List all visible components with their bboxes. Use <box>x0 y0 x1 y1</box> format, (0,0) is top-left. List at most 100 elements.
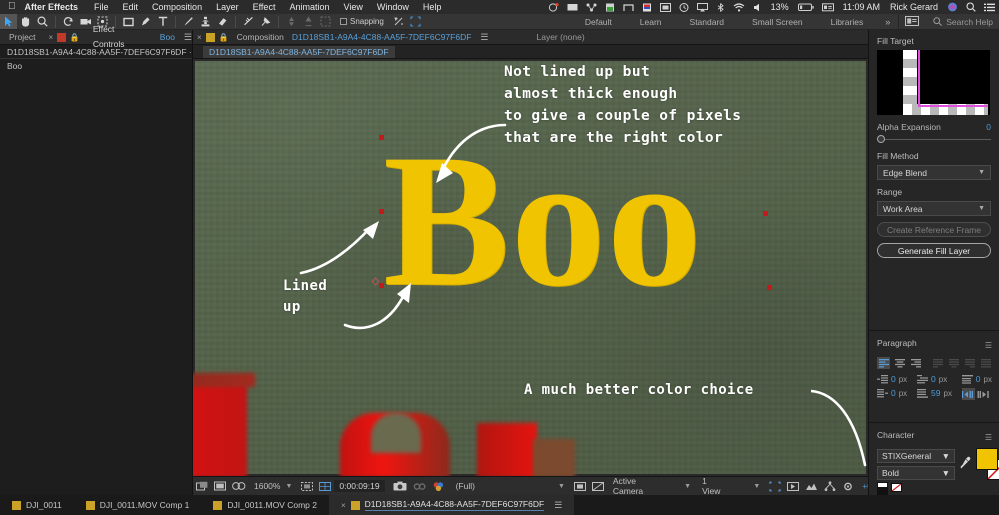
volume-icon[interactable] <box>749 3 766 12</box>
bluetooth-icon[interactable] <box>712 3 729 12</box>
network-share-icon[interactable] <box>582 3 601 12</box>
workspace-tab-standard[interactable]: Standard <box>676 14 739 30</box>
fill-target-preview[interactable] <box>877 50 990 115</box>
menu-composition[interactable]: Composition <box>145 2 209 12</box>
create-reference-frame-button[interactable]: Create Reference Frame <box>877 222 991 237</box>
close-icon[interactable]: × <box>341 501 346 510</box>
breadcrumb-item[interactable]: D1D18SB1-A9A4-4C88-AA5F-7DEF6C97F6DF <box>203 46 395 58</box>
app-name-menu[interactable]: After Effects <box>25 2 88 12</box>
clone-stamp-tool[interactable] <box>197 14 214 29</box>
justify-all-icon[interactable] <box>979 357 992 369</box>
generate-fill-layer-button[interactable]: Generate Fill Layer <box>877 243 991 258</box>
no-fill-swatch[interactable] <box>891 483 902 492</box>
magnification-value[interactable]: 1600% <box>249 481 285 491</box>
display-icon[interactable] <box>656 3 675 12</box>
selection-tool[interactable] <box>0 14 17 29</box>
fill-stroke-color[interactable] <box>976 448 992 480</box>
nvidia-icon[interactable] <box>619 3 638 12</box>
font-style-select[interactable]: Bold ▼ <box>877 466 955 480</box>
composition-tab-group[interactable]: × 🔒 Composition D1D18SB1-A9A4-4C88-AA5F-… <box>193 30 489 45</box>
dropbox-icon[interactable] <box>544 3 563 12</box>
lock-icon[interactable]: 🔒 <box>219 33 229 42</box>
grid-guides-icon[interactable] <box>316 481 334 492</box>
notification-center-icon[interactable] <box>980 3 999 12</box>
close-icon[interactable]: × <box>197 33 202 42</box>
show-snapshot-icon[interactable] <box>410 481 429 492</box>
account-badge-icon[interactable] <box>899 16 925 28</box>
panel-menu-icon[interactable]: ☰ <box>985 341 992 350</box>
layer-handle-ml[interactable] <box>379 209 384 214</box>
fill-method-select[interactable]: Edge Blend ▼ <box>877 165 991 180</box>
workspace-more-button[interactable]: » <box>877 17 898 27</box>
airplay-icon[interactable] <box>693 3 712 12</box>
channel-icon[interactable] <box>429 481 448 492</box>
spotlight-icon[interactable] <box>962 2 980 12</box>
workspace-tab-default[interactable]: Default <box>571 14 626 30</box>
justify-last-left-icon[interactable] <box>931 357 944 369</box>
menu-layer[interactable]: Layer <box>209 2 246 12</box>
rtl-icon[interactable] <box>977 388 990 400</box>
toggle-channels-icon[interactable] <box>229 481 249 492</box>
alpha-expansion-value[interactable]: 0 <box>986 122 991 132</box>
workspace-tab-small-screen[interactable]: Small Screen <box>738 14 817 30</box>
menu-effect[interactable]: Effect <box>246 2 283 12</box>
fill-color-swatch[interactable] <box>976 448 998 470</box>
close-icon[interactable]: × <box>48 33 53 42</box>
wifi-icon[interactable] <box>729 3 749 12</box>
space-after-field[interactable]: 59 px <box>917 388 952 398</box>
tab-layer[interactable]: Layer (none) <box>537 32 585 42</box>
panel-menu-icon[interactable]: ☰ <box>549 500 562 511</box>
layer-handle-tl[interactable] <box>379 135 384 140</box>
indent-first-line-field[interactable]: 0 px <box>917 374 952 384</box>
snapping-checkbox[interactable] <box>340 18 347 25</box>
keyboard-icon[interactable] <box>818 3 838 12</box>
eyedropper-icon[interactable] <box>960 456 971 473</box>
justify-last-center-icon[interactable] <box>947 357 960 369</box>
composition-viewer[interactable]: Boo Not lined up but almost thick enough… <box>193 59 868 476</box>
taskbar-item-dji-0011[interactable]: DJI_0011 <box>0 500 74 510</box>
colorsync-icon[interactable] <box>638 3 656 12</box>
hand-tool[interactable] <box>17 14 34 29</box>
ltr-icon[interactable] <box>962 388 975 400</box>
snapping-toggle[interactable]: Snapping <box>334 17 390 26</box>
align-center-icon[interactable] <box>300 14 317 29</box>
slider-knob[interactable] <box>877 135 885 143</box>
workspace-tab-learn[interactable]: Learn <box>626 14 676 30</box>
eraser-tool[interactable] <box>214 14 231 29</box>
current-timecode[interactable]: 0:00:09:19 <box>334 480 384 492</box>
chevron-down-icon-resolution[interactable]: ▼ <box>558 483 565 490</box>
comp-flowchart-icon[interactable] <box>821 481 839 492</box>
resolution-value[interactable]: (Full) <box>448 481 480 491</box>
move-anchor-icon[interactable] <box>390 14 407 29</box>
battery-icon[interactable] <box>794 3 818 12</box>
roto-brush-tool[interactable] <box>240 14 257 29</box>
region-of-interest-icon[interactable] <box>298 481 316 492</box>
range-select[interactable]: Work Area ▼ <box>877 201 991 216</box>
chevron-down-icon-views[interactable]: ▼ <box>753 483 760 490</box>
menu-file[interactable]: File <box>87 2 116 12</box>
camera-value[interactable]: Active Camera <box>607 476 648 496</box>
lock-icon[interactable]: 🔒 <box>70 33 80 42</box>
panel-menu-icon[interactable]: ☰ <box>985 433 992 442</box>
chevron-down-icon-camera[interactable]: ▼ <box>684 483 691 490</box>
align-distribute-icon[interactable] <box>317 14 334 29</box>
clock-icon[interactable] <box>675 3 693 12</box>
fast-preview-icon[interactable] <box>766 481 784 492</box>
tab-project[interactable]: Project <box>0 30 44 45</box>
space-before-field[interactable]: 0 px <box>962 374 992 384</box>
toggle-transparency-grid-icon[interactable] <box>193 481 211 492</box>
layer-handle-br[interactable] <box>767 285 772 290</box>
account-name[interactable]: Rick Gerard <box>885 2 943 12</box>
font-family-select[interactable]: STIXGeneral ▼ <box>877 449 955 463</box>
puppet-pin-tool[interactable] <box>257 14 274 29</box>
menu-help[interactable]: Help <box>416 2 449 12</box>
align-left-icon[interactable] <box>283 14 300 29</box>
justify-last-right-icon[interactable] <box>963 357 976 369</box>
panel-menu-icon[interactable]: ☰ <box>179 32 192 43</box>
workspace-tab-libraries[interactable]: Libraries <box>817 14 878 30</box>
search-help[interactable]: Search Help <box>925 17 999 27</box>
chevron-down-icon[interactable]: ▼ <box>285 483 292 490</box>
apple-menu-icon[interactable]:  <box>0 2 25 12</box>
taskbar-item-active-comp[interactable]: × D1D18SB1-A9A4-4C88-AA5F-7DEF6C97F6DF ☰ <box>329 495 574 515</box>
indent-left-field[interactable]: 0 px <box>877 374 907 384</box>
